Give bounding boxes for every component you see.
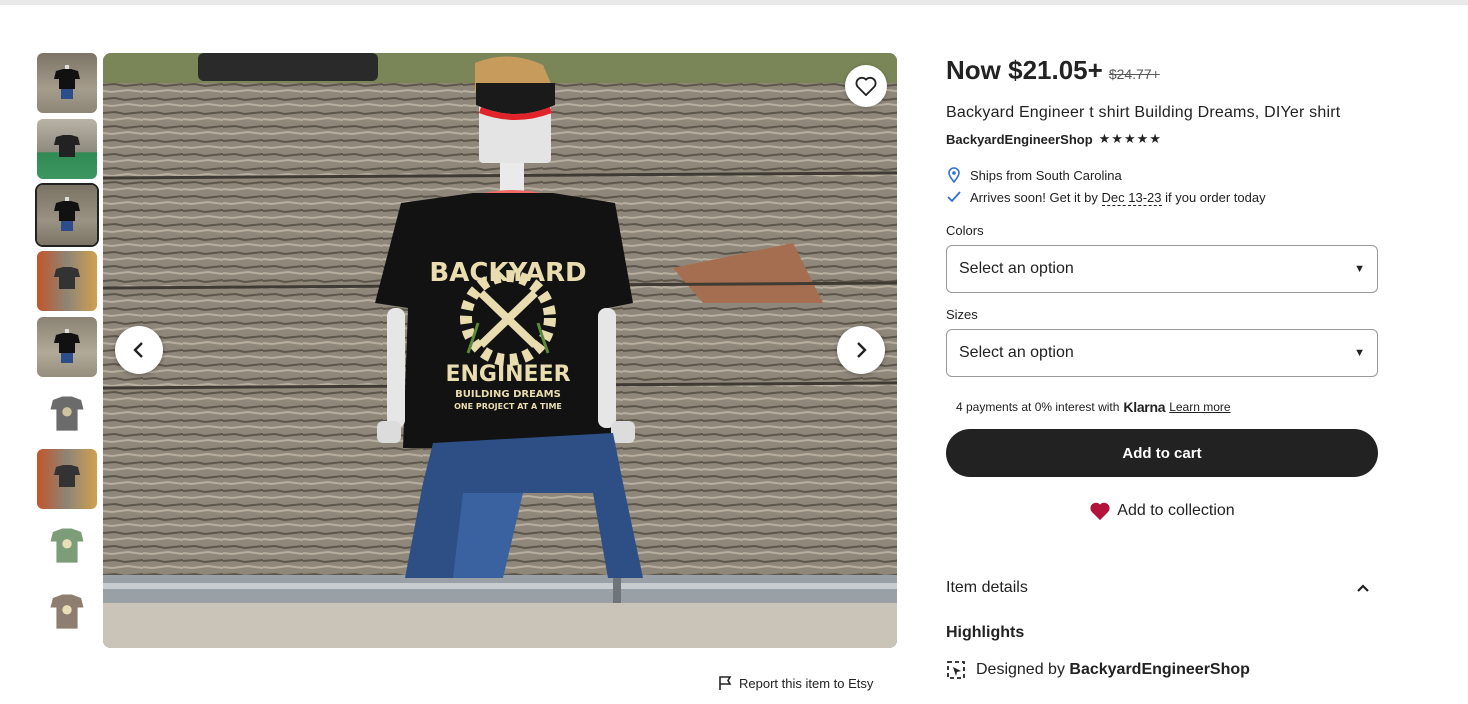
colors-select[interactable]: Select an option ▼: [946, 245, 1378, 293]
thumbnail-7[interactable]: [37, 449, 97, 509]
shirt-print-line4: ONE PROJECT AT A TIME: [454, 402, 562, 411]
location-pin-icon: [948, 167, 960, 183]
top-border: [0, 0, 1468, 5]
heart-outline-icon: [855, 76, 877, 96]
ships-from-row: Ships from South Carolina: [946, 167, 1378, 183]
add-to-collection-label: Add to collection: [1117, 502, 1235, 519]
next-image-button[interactable]: [837, 326, 885, 374]
caret-down-icon: ▼: [1354, 347, 1365, 359]
shop-name-link[interactable]: BackyardEngineerShop: [946, 132, 1093, 147]
shirt-print-line3: BUILDING DREAMS: [455, 389, 561, 400]
thumbnail-list: [35, 53, 99, 647]
product-photo-scene: BACKYARD ENGINEER BUILDING DREAMS ONE PR…: [103, 53, 897, 648]
chevron-up-icon: [1357, 584, 1369, 592]
price-row: Now $21.05+ $24.77+: [946, 55, 1378, 89]
thumbnail-1[interactable]: [37, 53, 97, 113]
thumbnail-4[interactable]: [37, 251, 97, 311]
add-to-collection-button[interactable]: Add to collection: [946, 501, 1378, 521]
buy-box: Now $21.05+ $24.77+ Backyard Engineer t …: [946, 55, 1378, 680]
thumbnail-9[interactable]: [37, 581, 97, 641]
arrives-prefix: Arrives soon! Get it by: [970, 189, 1098, 205]
design-tool-icon: [947, 661, 965, 679]
thumbnail-2[interactable]: [37, 119, 97, 179]
current-price: Now $21.05+: [946, 55, 1103, 85]
thumbnail-5[interactable]: [37, 317, 97, 377]
shop-row: BackyardEngineerShop ★★★★★: [946, 131, 1378, 147]
arrives-suffix: if you order today: [1165, 189, 1266, 205]
klarna-row: 4 payments at 0% interest with Klarna Le…: [946, 399, 1378, 415]
add-to-cart-button[interactable]: Add to cart: [946, 429, 1378, 477]
checkmark-icon: [947, 191, 961, 203]
shirt-print-line1: BACKYARD: [429, 258, 586, 288]
flag-icon: [719, 676, 732, 690]
sizes-label: Sizes: [946, 307, 978, 322]
listing-title: Backyard Engineer t shirt Building Dream…: [946, 104, 1341, 121]
designer-name[interactable]: BackyardEngineerShop: [1069, 661, 1250, 678]
colors-label: Colors: [946, 223, 984, 238]
thumbnail-8[interactable]: [37, 515, 97, 575]
rating-stars[interactable]: ★★★★★: [1099, 131, 1162, 147]
sizes-select-value: Select an option: [959, 344, 1074, 361]
designed-by-label: Designed by: [976, 661, 1065, 678]
report-item-link[interactable]: Report this item to Etsy: [717, 675, 873, 691]
klarna-learn-more-link[interactable]: Learn more: [1169, 400, 1230, 414]
arrives-row: Arrives soon! Get it by Dec 13-23 if you…: [946, 189, 1378, 206]
caret-down-icon: ▼: [1354, 263, 1365, 275]
colors-select-value: Select an option: [959, 260, 1074, 277]
klarna-text: 4 payments at 0% interest with: [956, 400, 1120, 414]
item-details-heading: Item details: [946, 579, 1028, 596]
ships-from-text: Ships from South Carolina: [970, 167, 1122, 183]
report-label: Report this item to Etsy: [739, 675, 874, 691]
shirt-print-line2: ENGINEER: [445, 362, 570, 387]
chevron-left-icon: [133, 342, 143, 358]
arrival-date[interactable]: Dec 13-23: [1101, 189, 1162, 206]
thumbnail-6[interactable]: [37, 383, 97, 443]
thumbnail-3-selected[interactable]: [35, 183, 99, 247]
heart-filled-icon: [1090, 502, 1110, 521]
klarna-logo: Klarna: [1123, 399, 1166, 415]
original-price: $24.77+: [1108, 66, 1160, 82]
designed-by-row: Designed by BackyardEngineerShop: [946, 660, 1378, 680]
sizes-select[interactable]: Select an option ▼: [946, 329, 1378, 377]
favorite-button[interactable]: [845, 65, 887, 107]
chevron-right-icon: [857, 342, 867, 358]
main-product-image[interactable]: BACKYARD ENGINEER BUILDING DREAMS ONE PR…: [103, 53, 897, 648]
previous-image-button[interactable]: [115, 326, 163, 374]
highlights-heading: Highlights: [946, 624, 1025, 641]
item-details-toggle[interactable]: Item details: [946, 579, 1378, 597]
